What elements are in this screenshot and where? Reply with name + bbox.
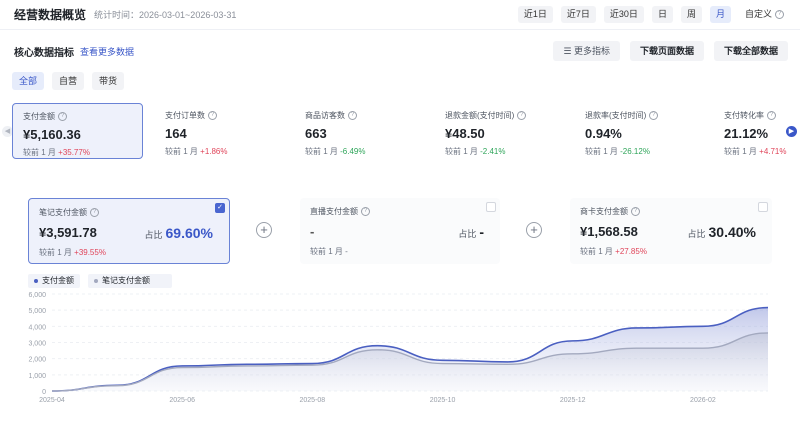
breakdown-card-live[interactable]: 直播支付金额? - 占比 - 较前 1 月 - <box>300 198 500 264</box>
breakdown-card-note[interactable]: ✓ 笔记支付金额? ¥3,591.78 占比 69.60% 较前 1 月 +39.… <box>28 198 230 264</box>
metric-card-refund-amount[interactable]: 退款金额(支付时间)? ¥48.50 较前 1 月 -2.41% <box>435 103 567 159</box>
help-icon[interactable]: ? <box>775 10 784 20</box>
more-metrics-label: 更多指标 <box>573 46 610 56</box>
help-icon[interactable]: ? <box>631 207 640 217</box>
stat-time: 统计时间：2026-03-01~2026-03-31 <box>94 10 237 20</box>
help-icon[interactable]: ? <box>767 111 776 121</box>
metric-value: 164 <box>165 126 187 141</box>
breakdown-share: 占比 69.60% <box>144 225 214 241</box>
metric-value: ¥48.50 <box>445 126 485 141</box>
breakdown-share: 占比 - <box>458 224 484 240</box>
page-title: 经营数据概览 <box>14 8 87 22</box>
section-title: 核心数据指标 <box>14 47 74 59</box>
range-custom-button[interactable]: 自定义? <box>739 6 790 23</box>
metric-card-orders[interactable]: 支付订单数? 164 较前 1 月 +1.86% <box>155 103 285 159</box>
plus-icon: + <box>256 222 272 238</box>
x-axis: 2025-04 2025-06 2025-08 2025-10 2025-12 2026-… <box>39 397 716 404</box>
metric-label: 退款金额(支付时间)? <box>445 110 557 121</box>
metric-card-pay-amount[interactable]: 支付金额? ¥5,160.36 较前 1 月 +35.77% <box>12 103 143 159</box>
x-tick-label: 2025-06 <box>169 397 195 404</box>
header-bar: 经营数据概览 统计时间：2026-03-01~2026-03-31 近1日 近7… <box>0 0 800 30</box>
metric-label: 支付转化率? <box>724 110 794 121</box>
metric-label: 支付订单数? <box>165 110 275 121</box>
range-week-button[interactable]: 周 <box>680 6 702 23</box>
dashboard: 经营数据概览 统计时间：2026-03-01~2026-03-31 近1日 近7… <box>0 0 800 432</box>
help-icon[interactable]: ? <box>58 112 67 122</box>
metric-value: 21.12% <box>724 126 769 141</box>
range-custom-label: 自定义 <box>744 9 772 19</box>
check-icon[interactable]: ✓ <box>215 203 225 213</box>
metric-compare: 较前 1 月 +35.77% <box>23 148 90 157</box>
breakdown-card-product-card[interactable]: 商卡支付金额? ¥1,568.58 占比 30.40% 较前 1 月 +27.85… <box>570 198 772 264</box>
plus-icon: + <box>526 222 542 238</box>
metric-card-refund-rate[interactable]: 退款率(支付时间)? 0.94% 较前 1 月 -26.12% <box>575 103 707 159</box>
metric-value: 0.94% <box>585 126 622 141</box>
metric-value: 663 <box>305 126 327 141</box>
breakdown-compare: 较前 1 月 +27.85% <box>580 247 647 256</box>
x-tick-label: 2025-10 <box>430 397 456 404</box>
help-icon[interactable]: ? <box>361 207 370 217</box>
metric-card-visitors[interactable]: 商品访客数? 663 较前 1 月 -6.49% <box>295 103 425 159</box>
checkbox-icon[interactable] <box>486 202 496 212</box>
metric-label: 商品访客数? <box>305 110 415 121</box>
view-more-link[interactable]: 查看更多数据 <box>80 45 134 58</box>
breakdown-compare: 较前 1 月 - <box>310 247 348 256</box>
breakdown-label: 笔记支付金额? <box>39 207 219 218</box>
y-tick-label: 0 <box>42 389 46 396</box>
breakdown-label: 直播支付金额? <box>310 206 490 217</box>
help-icon[interactable]: ? <box>517 111 527 121</box>
date-range-selector: 近1日 近7日 近30日 日 周 月 自定义? <box>517 6 790 23</box>
metric-compare: 较前 1 月 +1.86% <box>165 147 228 156</box>
breakdown-compare: 较前 1 月 +39.55% <box>39 248 106 257</box>
metric-card-conversion-rate[interactable]: 支付转化率? 21.12% 较前 1 月 +4.71% <box>714 103 798 159</box>
y-tick-label: 2,000 <box>28 357 46 364</box>
x-tick-label: 2025-04 <box>39 397 65 404</box>
breakdown-share: 占比 30.40% <box>687 224 757 240</box>
y-axis: 6,000 5,000 4,000 3,000 2,000 1,000 0 <box>28 292 46 396</box>
help-icon[interactable]: ? <box>90 208 99 218</box>
download-page-data-button[interactable]: 下载页面数据 <box>629 41 704 61</box>
list-settings-icon: ☰ <box>563 46 574 56</box>
metric-compare: 较前 1 月 -26.12% <box>585 147 650 156</box>
y-tick-label: 5,000 <box>28 308 46 315</box>
y-tick-label: 1,000 <box>28 373 46 380</box>
range-day-button[interactable]: 日 <box>651 6 673 23</box>
filter-all[interactable]: 全部 <box>12 72 45 90</box>
metric-compare: 较前 1 月 -2.41% <box>445 147 506 156</box>
metric-label: 退款率(支付时间)? <box>585 110 697 121</box>
section-header: 核心数据指标 查看更多数据 ☰ 更多指标 下载页面数据 下载全部数据 <box>0 36 800 66</box>
metric-compare: 较前 1 月 -6.49% <box>305 147 366 156</box>
range-7d-button[interactable]: 近7日 <box>560 6 596 23</box>
metric-label: 支付金额? <box>23 111 132 122</box>
trend-chart: 6,0005,0004,0003,0002,0001,0000 2025-04 2… <box>28 292 769 404</box>
breakdown-label: 商卡支付金额? <box>580 206 762 217</box>
y-tick-label: 4,000 <box>28 324 46 331</box>
help-icon[interactable]: ? <box>649 111 659 121</box>
channel-filter: 全部 自营 带货 <box>12 72 125 90</box>
x-tick-label: 2025-12 <box>560 397 586 404</box>
y-tick-label: 3,000 <box>28 341 46 348</box>
legend-dot <box>94 279 98 283</box>
section-actions: ☰ 更多指标 下载页面数据 下载全部数据 <box>553 41 788 61</box>
range-month-button[interactable]: 月 <box>709 6 731 23</box>
range-1d-button[interactable]: 近1日 <box>517 6 553 23</box>
legend-dot <box>34 279 38 283</box>
y-tick-label: 6,000 <box>28 292 46 299</box>
metric-compare: 较前 1 月 +4.71% <box>724 147 787 156</box>
range-30d-button[interactable]: 近30日 <box>603 6 644 23</box>
metric-value: ¥5,160.36 <box>23 127 81 142</box>
x-tick-label: 2026-02 <box>690 397 716 404</box>
download-all-data-button[interactable]: 下载全部数据 <box>713 41 788 61</box>
filter-self-operated[interactable]: 自营 <box>52 72 85 90</box>
filter-affiliate[interactable]: 带货 <box>92 72 125 90</box>
metric-carousel: 支付金额? ¥5,160.36 较前 1 月 +35.77% 支付订单数? 16… <box>12 103 798 159</box>
checkbox-icon[interactable] <box>758 202 768 212</box>
x-tick-label: 2025-08 <box>300 397 326 404</box>
more-metrics-button[interactable]: ☰ 更多指标 <box>553 41 620 61</box>
help-icon[interactable]: ? <box>348 111 357 121</box>
help-icon[interactable]: ? <box>208 111 217 121</box>
